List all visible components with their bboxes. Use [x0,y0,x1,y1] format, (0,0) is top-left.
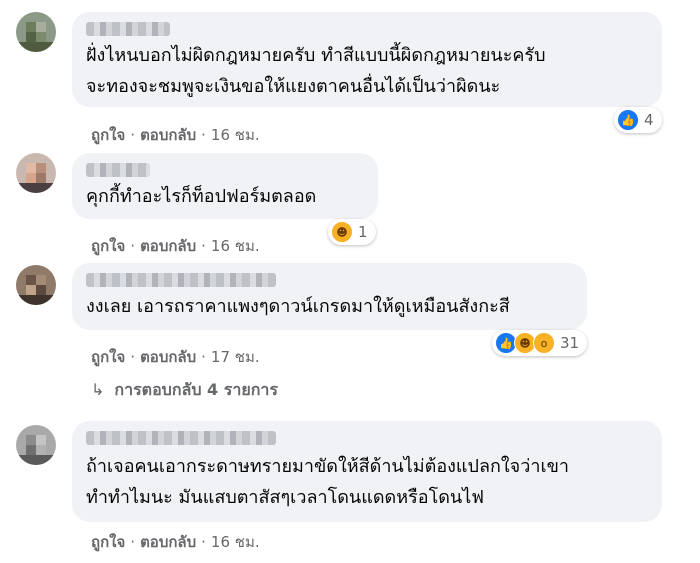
comment-actions: ถูกใจ · ตอบกลับ · 17 ชม. [91,345,260,369]
reaction-count: 1 [358,223,368,241]
comment-bubble: ถ้าเจอคนเอากระดาษทรายมาขัดให้สีด้านไม่ต้… [72,421,662,522]
wow-icon: o [533,332,555,354]
author-name-blurred[interactable] [86,431,276,445]
comment-text-line: คุกกี้ทำอะไรก็ท็อปฟอร์มตลอด [86,186,317,207]
reaction-count: 31 [560,334,580,352]
avatar[interactable] [16,153,56,193]
timestamp[interactable]: 16 ชม. [211,237,260,255]
reply-link[interactable]: ตอบกลับ [140,237,196,255]
view-replies-label: การตอบกลับ 4 รายการ [114,380,278,399]
author-name-blurred[interactable] [86,273,276,287]
reply-link[interactable]: ตอบกลับ [140,348,196,366]
like-link[interactable]: ถูกใจ [91,237,125,255]
like-icon: 👍 [617,109,639,131]
comment-actions: ถูกใจ · ตอบกลับ · 16 ชม. [91,234,260,258]
comment-bubble: ฝั่งไหนบอกไม่ผิดกฎหมายครับ ทำสีแบบนี้ผิด… [72,12,662,107]
comment-text-line: ฝั่งไหนบอกไม่ผิดกฎหมายครับ ทำสีแบบนี้ผิด… [86,45,546,66]
separator: · [130,237,136,255]
comment-text-line: ทำทำไมนะ มันแสบตาสัสๆเวลาโดนแดดหรือโดนไฟ [86,487,485,508]
reply-link[interactable]: ตอบกลับ [140,126,196,144]
separator: · [130,348,136,366]
haha-icon: ☻ [331,221,353,243]
comment-text-line: จะทองจะชมพูจะเงินขอให้แยงตาคนอื่นได้เป็น… [86,76,501,97]
avatar[interactable] [16,12,56,52]
comment-text-line: งงเลย เอารถราคาแพงๆดาวน์เกรดมาให้ดูเหมือ… [86,296,510,317]
separator: · [201,126,206,144]
comment-actions: ถูกใจ · ตอบกลับ · 16 ชม. [91,530,260,554]
timestamp[interactable]: 16 ชม. [211,126,260,144]
like-link[interactable]: ถูกใจ [91,348,125,366]
author-name-blurred[interactable] [86,163,150,177]
separator: · [201,348,206,366]
separator: · [130,126,136,144]
timestamp[interactable]: 16 ชม. [211,533,260,551]
separator: · [201,533,206,551]
timestamp[interactable]: 17 ชม. [211,348,260,366]
reply-arrow-icon: ↳ [91,380,105,399]
comment-bubble: คุกกี้ทำอะไรก็ท็อปฟอร์มตลอด [72,153,378,219]
like-link[interactable]: ถูกใจ [91,126,125,144]
reaction-summary[interactable]: 👍 4 [614,107,662,133]
like-link[interactable]: ถูกใจ [91,533,125,551]
reaction-count: 4 [644,111,654,129]
separator: · [130,533,136,551]
comment-bubble: งงเลย เอารถราคาแพงๆดาวน์เกรดมาให้ดูเหมือ… [72,263,587,330]
comment-text-line: ถ้าเจอคนเอากระดาษทรายมาขัดให้สีด้านไม่ต้… [86,456,570,477]
avatar[interactable] [16,265,56,305]
view-replies-link[interactable]: ↳ การตอบกลับ 4 รายการ [91,378,278,403]
separator: · [201,237,206,255]
reaction-summary[interactable]: ☻ 1 [328,219,376,245]
reply-link[interactable]: ตอบกลับ [140,533,196,551]
reaction-summary[interactable]: 👍 ☻ o 31 [492,330,588,356]
avatar[interactable] [16,425,56,465]
author-name-blurred[interactable] [86,22,170,36]
comment-actions: ถูกใจ · ตอบกลับ · 16 ชม. [91,123,260,147]
